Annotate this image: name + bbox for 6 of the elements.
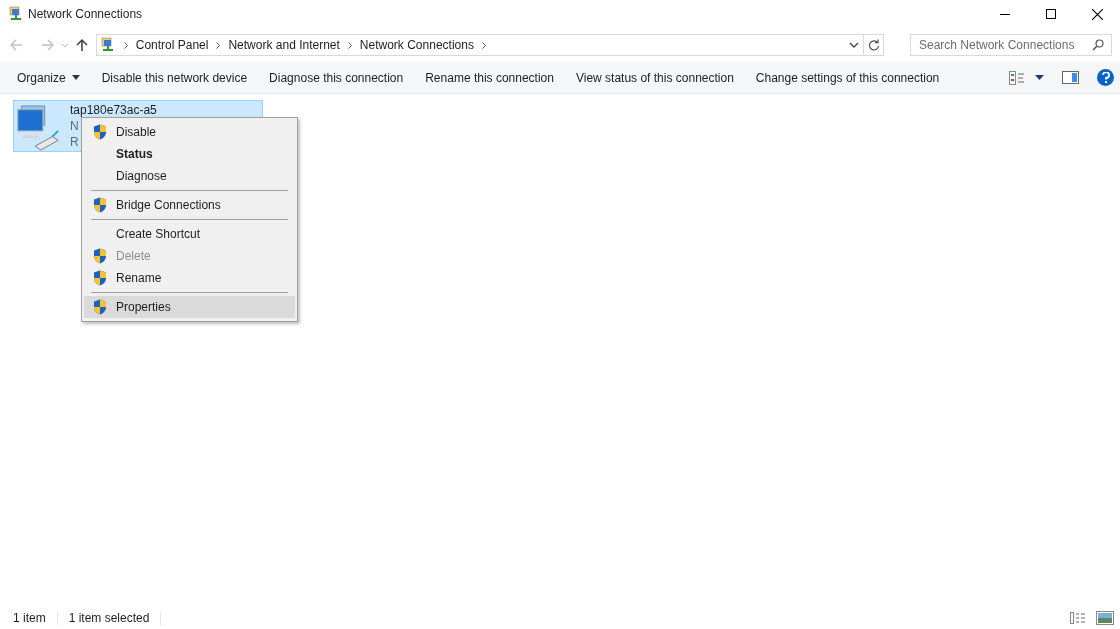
item-count: 1 item <box>13 610 46 627</box>
connection-status: N <box>70 118 79 134</box>
connection-name: tap180e73ac-a5 <box>70 102 157 118</box>
selection-count: 1 item selected <box>68 610 150 627</box>
window-title: Network Connections <box>28 6 143 23</box>
connection-device: R <box>70 134 79 150</box>
